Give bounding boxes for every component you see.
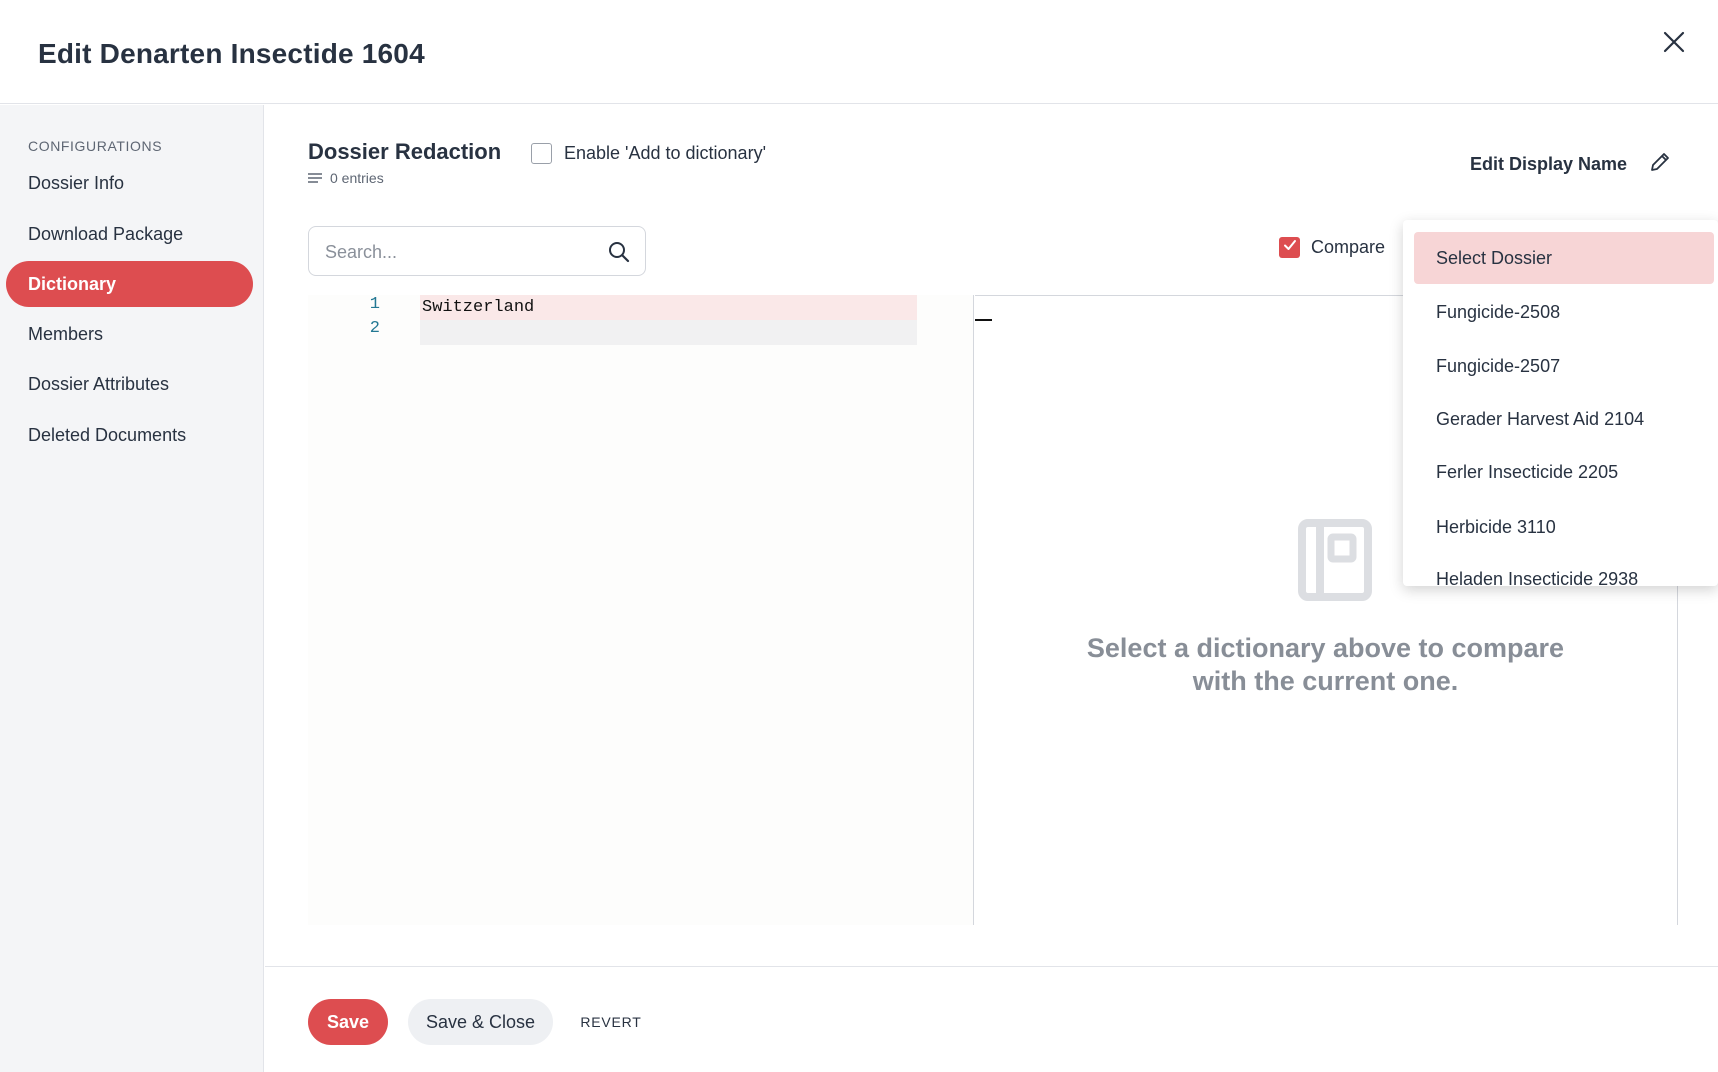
dropdown-option[interactable]: Ferler Insecticide 2205 [1414,446,1714,498]
compare-checkbox[interactable] [1279,237,1300,258]
dropdown-option[interactable]: Heladen Insecticide 2938 [1414,553,1714,586]
enable-add-to-dictionary[interactable]: Enable 'Add to dictionary' [531,143,766,164]
list-icon [308,170,322,186]
editor-current[interactable]: 1 2 Switzerland [308,295,974,925]
sidebar-item-dossier-info[interactable]: Dossier Info [6,160,253,206]
editor-line[interactable]: Switzerland [420,295,917,320]
line-number: 2 [369,319,380,338]
sidebar-item-dictionary[interactable]: Dictionary [6,261,253,307]
sidebar-item-deleted-documents[interactable]: Deleted Documents [6,412,253,458]
editor-line[interactable] [420,320,917,345]
dropdown-option[interactable]: Fungicide-2507 [1414,340,1714,392]
sidebar-section-title: CONFIGURATIONS [28,138,163,154]
dossier-select-dropdown[interactable]: Select Dossier Fungicide-2508 Fungicide-… [1403,220,1718,586]
line-number: 1 [369,295,380,314]
dropdown-option[interactable]: Herbicide 3110 [1414,501,1714,553]
edit-display-name-button[interactable]: Edit Display Name [1470,151,1671,178]
compare-label: Compare [1311,237,1386,257]
dropdown-option[interactable]: Fungicide-2508 [1414,286,1714,338]
enable-add-to-dictionary-label: Enable 'Add to dictionary' [564,143,766,163]
pencil-icon [1649,151,1671,178]
dropdown-option[interactable]: Select Dossier [1414,232,1714,284]
dropdown-option[interactable]: Gerader Harvest Aid 2104 [1414,393,1714,445]
dialog-footer: Save Save & Close REVERT [265,966,1718,1072]
sidebar-item-dossier-attributes[interactable]: Dossier Attributes [6,361,253,407]
save-and-close-button[interactable]: Save & Close [408,999,553,1045]
enable-add-to-dictionary-checkbox[interactable] [531,143,552,164]
entries-count: 0 entries [308,170,384,186]
dialog-header: Edit Denarten Insectide 1604 [0,0,1718,104]
empty-state-message: Select a dictionary above to compare wit… [1086,633,1565,696]
sidebar-item-members[interactable]: Members [6,311,253,357]
save-button[interactable]: Save [308,999,388,1045]
section-title: Dossier Redaction [308,139,502,164]
text-cursor [975,319,992,321]
search-input[interactable] [325,239,585,265]
search-icon[interactable] [607,240,631,264]
compare-toggle[interactable]: Compare [1279,237,1385,258]
check-icon [1282,237,1298,258]
sidebar: CONFIGURATIONS Dossier Info Download Pac… [0,105,264,1072]
search-box [308,226,646,276]
sidebar-item-download-package[interactable]: Download Package [6,211,253,257]
dictionary-icon [1298,519,1374,601]
close-icon[interactable] [1658,26,1690,58]
revert-button[interactable]: REVERT [571,999,651,1045]
dialog-title: Edit Denarten Insectide 1604 [38,38,425,69]
edit-display-name-label: Edit Display Name [1470,154,1628,174]
entries-label: 0 entries [330,170,384,186]
